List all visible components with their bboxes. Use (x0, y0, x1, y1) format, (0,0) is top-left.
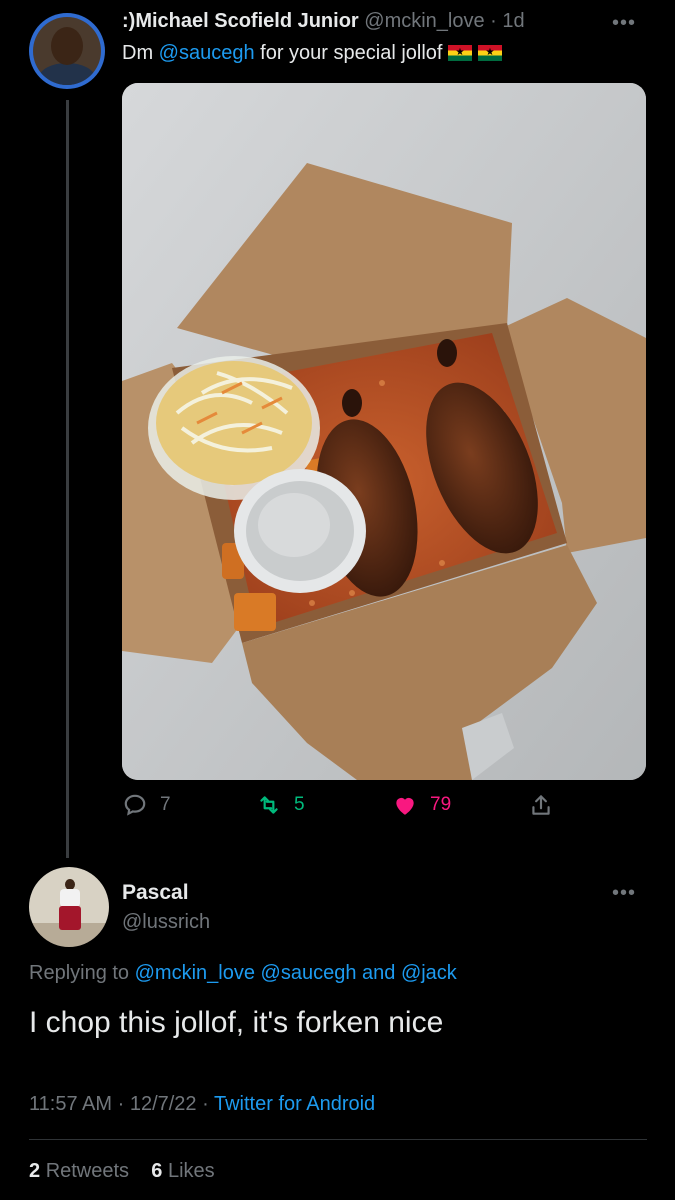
thread-connector-line (66, 100, 69, 858)
heart-icon (396, 797, 414, 815)
tweet-text: Dm @saucegh for your special jollof (122, 42, 503, 65)
more-options-icon[interactable]: ••• (612, 882, 636, 905)
ghana-flag-icon (478, 45, 503, 61)
likes-stat[interactable]: 6 Likes (151, 1160, 214, 1182)
mention-link[interactable]: @jack (401, 962, 457, 984)
author-handle[interactable]: @mckin_love (364, 10, 484, 32)
divider (29, 1139, 647, 1140)
avatar[interactable] (29, 13, 105, 89)
tweet-actions-bar: 7 5 79 (122, 792, 582, 826)
tweet-time[interactable]: 11:57 AM (29, 1093, 112, 1115)
author-name[interactable]: Pascal (122, 881, 189, 905)
author-name[interactable]: :)Michael Scofield Junior (122, 10, 359, 32)
tweet-text: I chop this jollof, it's forken nice (29, 1006, 444, 1039)
client-link[interactable]: Twitter for Android (214, 1093, 375, 1115)
like-count: 79 (430, 794, 452, 815)
share-button[interactable] (528, 792, 554, 818)
share-icon (532, 795, 550, 815)
avatar[interactable] (29, 867, 109, 947)
engagement-stats: 2 Retweets 6 Likes (29, 1160, 215, 1183)
reply-count: 7 (160, 794, 171, 815)
tweet-date[interactable]: 12/7/22 (130, 1093, 197, 1115)
tweet-header: :)Michael Scofield Junior @mckin_love · … (122, 10, 525, 33)
ghana-flag-icon (448, 45, 473, 61)
reply-button[interactable]: 7 (122, 792, 171, 818)
more-options-icon[interactable]: ••• (612, 12, 636, 35)
retweets-stat[interactable]: 2 Retweets (29, 1160, 129, 1182)
separator-dot: · (490, 10, 497, 32)
reply-icon (124, 794, 146, 816)
mention-link[interactable]: @saucegh (261, 962, 357, 984)
jollof-rice-takeout-photo (122, 83, 646, 780)
timestamp[interactable]: 1d (502, 10, 524, 32)
retweet-count: 5 (294, 794, 305, 815)
replying-to-line: Replying to @mckin_love @saucegh and @ja… (29, 962, 457, 984)
retweet-button[interactable]: 5 (256, 792, 305, 818)
tweet-media-image[interactable] (122, 83, 646, 780)
like-button[interactable]: 79 (392, 792, 451, 818)
mention-link[interactable]: @mckin_love (135, 962, 255, 984)
tweet-meta: 11:57 AM · 12/7/22 · Twitter for Android (29, 1093, 376, 1115)
mention-link[interactable]: @saucegh (159, 42, 255, 64)
author-handle[interactable]: @lussrich (122, 911, 210, 934)
retweet-icon (260, 796, 278, 814)
